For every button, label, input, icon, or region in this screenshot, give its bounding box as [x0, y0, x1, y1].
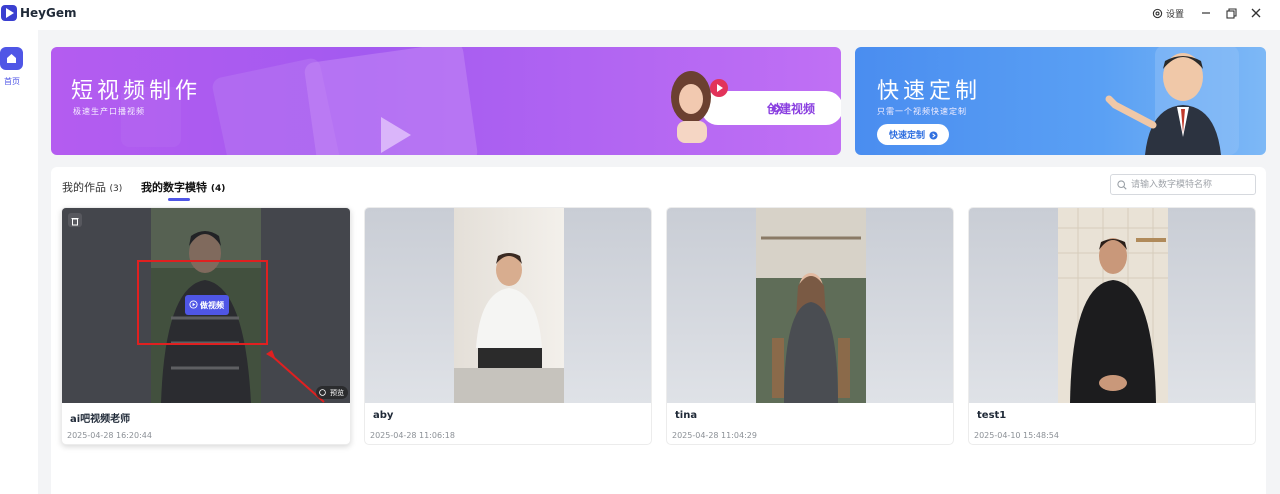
quick-custom-title: 快速定制	[877, 79, 982, 104]
tab-label: 我的作品	[62, 181, 106, 194]
short-video-title: 短视频制作	[71, 79, 202, 104]
home-icon	[7, 54, 16, 63]
model-card[interactable]: test1 2025-04-10 15:48:54	[968, 207, 1256, 445]
quick-custom-label: 快速定制	[889, 131, 926, 141]
close-icon[interactable]	[1248, 5, 1264, 21]
gear-icon	[1152, 8, 1163, 19]
title-bar: HeyGem 设置	[0, 0, 1280, 30]
model-name: aby	[373, 410, 394, 421]
model-photo	[756, 208, 866, 403]
model-date: 2025-04-28 16:20:44	[67, 431, 152, 440]
minimize-icon[interactable]	[1198, 5, 1214, 21]
tab-count: (3)	[109, 184, 123, 194]
model-date: 2025-04-28 11:04:29	[672, 431, 757, 440]
model-photo	[454, 208, 564, 403]
model-card[interactable]: 做视频 预览 ai吧视频老师 2025-04-28 16:20:44	[61, 207, 351, 445]
tab-label: 我的数字模特	[141, 181, 207, 194]
businessman-illustration	[1105, 47, 1239, 155]
play-circle-icon	[319, 389, 326, 396]
search-input[interactable]	[1131, 178, 1251, 192]
short-video-banner[interactable]: 短视频制作 极速生产口播视频 创建视频	[51, 47, 841, 155]
search-box[interactable]	[1110, 174, 1256, 195]
search-icon	[1117, 180, 1127, 190]
model-name: test1	[977, 410, 1007, 421]
tab-my-models[interactable]: 我的数字模特 (4)	[141, 179, 225, 195]
model-name: ai吧视频老师	[70, 414, 131, 425]
arrow-circle-icon	[772, 104, 781, 113]
active-tab-indicator	[168, 198, 190, 201]
short-video-subtitle: 极速生产口播视频	[73, 107, 145, 116]
settings-label: 设置	[1166, 10, 1185, 20]
model-name: tina	[675, 410, 698, 421]
sidebar-item-home[interactable]	[0, 47, 23, 70]
play-icon	[710, 79, 728, 97]
tab-my-works[interactable]: 我的作品 (3)	[62, 179, 122, 195]
preview-label: 预览	[330, 389, 344, 397]
presenter-avatar	[671, 71, 711, 143]
model-photo	[1058, 208, 1168, 403]
model-card[interactable]: tina 2025-04-28 11:04:29	[666, 207, 954, 445]
model-card[interactable]: aby 2025-04-28 11:06:18	[364, 207, 652, 445]
heygem-logo-icon	[1, 5, 17, 21]
settings-button[interactable]: 设置	[1152, 7, 1184, 20]
model-date: 2025-04-28 11:06:18	[370, 431, 455, 440]
app-title: HeyGem	[20, 6, 77, 20]
arrow-circle-icon	[929, 131, 938, 140]
quick-custom-banner[interactable]: 快速定制 只需一个视频快速定制 快速定制	[855, 47, 1266, 155]
tab-count: (4)	[210, 184, 226, 194]
restore-icon[interactable]	[1223, 5, 1239, 21]
model-date: 2025-04-10 15:48:54	[974, 431, 1059, 440]
sidebar-item-label: 首页	[4, 77, 20, 86]
sidebar: 首页	[0, 30, 38, 494]
quick-custom-subtitle: 只需一个视频快速定制	[877, 107, 967, 116]
